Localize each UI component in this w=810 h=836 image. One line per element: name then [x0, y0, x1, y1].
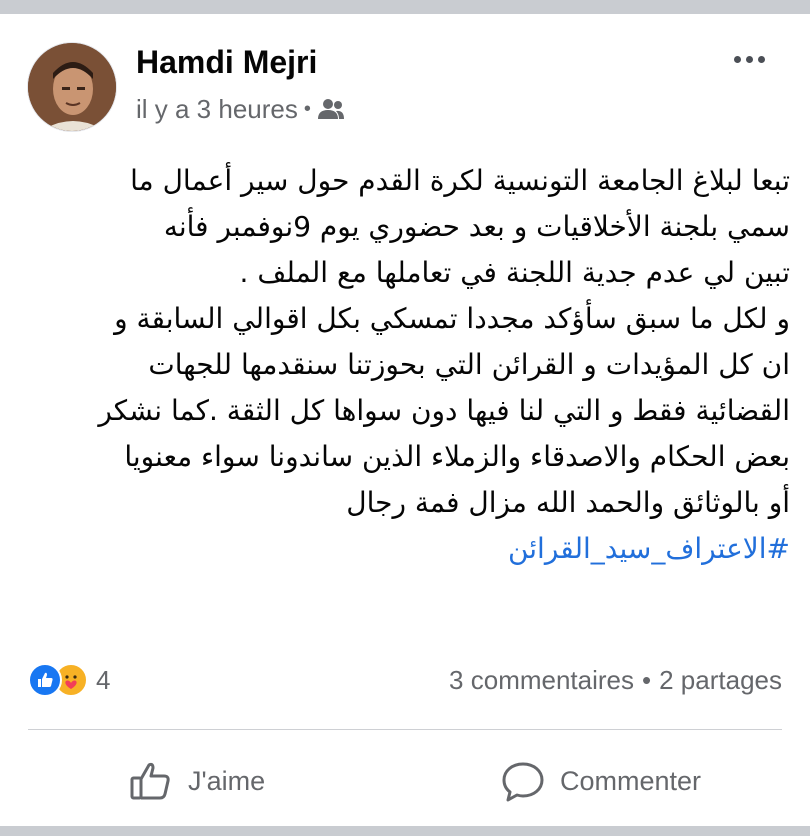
meta-separator: • [303, 97, 311, 120]
shares-count-link[interactable]: 2 partages [659, 665, 782, 696]
like-label: J'aime [188, 765, 266, 796]
more-options-button[interactable] [724, 44, 774, 74]
comment-label: Commenter [560, 765, 702, 796]
comment-bubble-icon [502, 762, 544, 802]
post-meta: il y a 3 heures • [136, 92, 345, 126]
action-divider [28, 729, 782, 730]
post-text-line: أو بالوثائق والحمد الله مزال فمة رجال [346, 486, 790, 519]
post-text-line: تبين لي عدم جدية اللجنة في تعاملها مع ال… [239, 256, 790, 289]
bottom-frame-bar [0, 826, 810, 836]
friends-icon[interactable] [317, 97, 345, 121]
more-dot-icon [733, 55, 741, 63]
post-text-line: بعض الحكام والاصدقاء والزملاء الذين ساند… [124, 440, 790, 473]
comments-count-link[interactable]: 3 commentaires [449, 665, 634, 696]
post-text-line: تبعا لبلاغ الجامعة التونسية لكرة القدم ح… [130, 164, 790, 197]
like-button[interactable]: J'aime [128, 752, 265, 810]
post-text-line: و لكل ما سبق سأؤكد مجددا تمسكي بكل اقوال… [114, 302, 790, 335]
post-text-line: القضائية فقط و التي لنا فيها دون سواها ك… [98, 394, 790, 427]
post-body: تبعا لبلاغ الجامعة التونسية لكرة القدم ح… [20, 158, 790, 572]
author-avatar[interactable] [27, 42, 117, 132]
top-frame-bar [0, 0, 810, 14]
thumbs-up-icon [130, 762, 170, 800]
hashtag-link[interactable]: #الاعتراف_سيد_القرائن [20, 526, 790, 572]
post-timestamp[interactable]: il y a 3 heures [136, 94, 298, 125]
engagement-stats: 3 commentaires • 2 partages [449, 662, 782, 698]
more-dot-icon [757, 55, 765, 63]
post-text-line: ان كل المؤيدات و القرائن التي بحوزتنا سن… [148, 348, 790, 381]
more-dot-icon [745, 55, 753, 63]
like-icon [28, 663, 62, 697]
reactions-summary[interactable]: 4 [28, 662, 110, 698]
reaction-count: 4 [96, 664, 111, 695]
post-text-line: سمي بلجنة الأخلاقيات و بعد حضوري يوم 9نو… [163, 210, 790, 243]
comment-button[interactable]: Commenter [500, 752, 701, 810]
avatar-photo [28, 43, 116, 131]
author-name[interactable]: Hamdi Mejri [136, 44, 317, 81]
engagement-separator: • [642, 664, 652, 695]
